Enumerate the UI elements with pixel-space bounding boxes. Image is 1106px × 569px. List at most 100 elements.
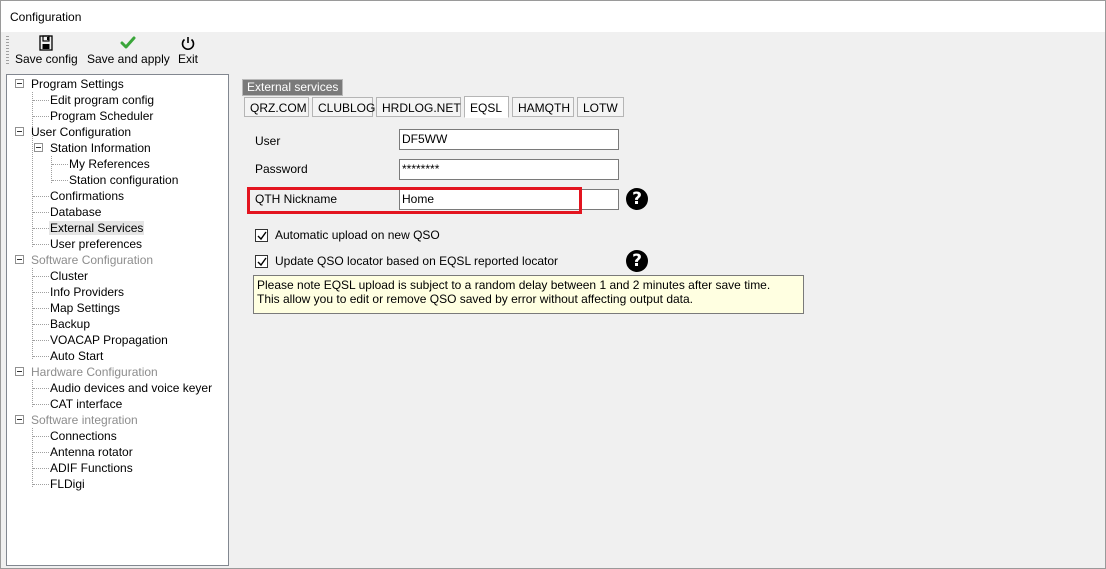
tab-qrz[interactable]: QRZ.COM	[244, 97, 309, 117]
tree-item-label: Info Providers	[50, 285, 125, 299]
tree-item-backup[interactable]: Backup	[49, 316, 91, 332]
tree-item-label: User preferences	[50, 237, 143, 251]
tree-item-label: Station Information	[50, 141, 151, 155]
tree-item-cluster[interactable]: Cluster	[49, 268, 89, 284]
tree-item-label: Auto Start	[50, 349, 104, 363]
tab-hamqth[interactable]: HAMQTH	[512, 97, 574, 117]
tree-connector	[33, 484, 49, 485]
save-and-apply-label: Save and apply	[87, 52, 170, 66]
password-input[interactable]: ********	[399, 159, 619, 180]
tree-item-label: CAT interface	[50, 397, 123, 411]
tree-connector	[52, 180, 68, 181]
tree-connector	[33, 196, 49, 197]
tree-connector	[32, 268, 33, 359]
tree-item-audio-devices[interactable]: Audio devices and voice keyer	[49, 380, 213, 396]
tree-connector	[33, 356, 49, 357]
tree-item-label: Connections	[50, 429, 117, 443]
tree-item-station-information[interactable]: Station Information	[49, 140, 152, 156]
tree-connector	[33, 276, 49, 277]
tree-item-my-references[interactable]: My References	[68, 156, 151, 172]
help-icon[interactable]: ?	[626, 250, 648, 272]
tree-item-database[interactable]: Database	[49, 204, 102, 220]
tree-item-software-integration[interactable]: Software integration	[30, 412, 139, 428]
tree-item-user-preferences[interactable]: User preferences	[49, 236, 143, 252]
tree-item-label: Program Scheduler	[50, 109, 154, 123]
tree-item-info-providers[interactable]: Info Providers	[49, 284, 125, 300]
save-config-label: Save config	[15, 52, 78, 66]
tree-item-label: Map Settings	[50, 301, 121, 315]
tree-item-label: Confirmations	[50, 189, 125, 203]
power-icon	[181, 37, 195, 51]
tree-item-antenna-rotator[interactable]: Antenna rotator	[49, 444, 134, 460]
tree-item-label: VOACAP Propagation	[50, 333, 168, 347]
collapse-toggle-icon[interactable]	[15, 255, 24, 264]
tree-item-program-scheduler[interactable]: Program Scheduler	[49, 108, 154, 124]
tab-lotw[interactable]: LOTW	[577, 97, 624, 117]
user-label: User	[255, 134, 281, 148]
tree-item-voacap-propagation[interactable]: VOACAP Propagation	[49, 332, 169, 348]
tree-item-label: Hardware Configuration	[31, 365, 158, 379]
tree-connector	[33, 324, 49, 325]
tree-connector	[33, 228, 49, 229]
tree-item-connections[interactable]: Connections	[49, 428, 118, 444]
tab-clublog[interactable]: CLUBLOG	[312, 97, 375, 117]
tree-item-label: Antenna rotator	[50, 445, 133, 459]
tree-item-label: Station configuration	[69, 173, 179, 187]
save-config-button[interactable]: Save config	[15, 34, 78, 68]
collapse-toggle-icon[interactable]	[15, 127, 24, 136]
update-locator-label: Update QSO locator based on EQSL reporte…	[275, 254, 559, 268]
tree-item-fldigi[interactable]: FLDigi	[49, 476, 86, 492]
tree-connector	[33, 436, 49, 437]
tree-item-cat-interface[interactable]: CAT interface	[49, 396, 123, 412]
settings-tree[interactable]: Program Settings Edit program config Pro…	[6, 74, 229, 566]
qth-nickname-highlight	[247, 187, 582, 214]
exit-label: Exit	[177, 52, 198, 66]
tree-item-edit-program-config[interactable]: Edit program config	[49, 92, 155, 108]
collapse-toggle-icon[interactable]	[34, 143, 43, 152]
note-line: This allow you to edit or remove QSO sav…	[257, 292, 694, 306]
tree-connector	[32, 380, 33, 407]
tree-item-external-services[interactable]: External Services	[49, 220, 145, 236]
tree-item-adif-functions[interactable]: ADIF Functions	[49, 460, 134, 476]
auto-upload-label: Automatic upload on new QSO	[275, 228, 440, 242]
tree-item-label: External Services	[49, 221, 145, 235]
tree-item-label: ADIF Functions	[50, 461, 133, 475]
exit-button[interactable]: Exit	[175, 34, 201, 68]
tree-item-confirmations[interactable]: Confirmations	[49, 188, 125, 204]
save-and-apply-button[interactable]: Save and apply	[87, 34, 170, 68]
tab-hrdlog[interactable]: HRDLOG.NET	[376, 97, 461, 117]
note-line: Please note EQSL upload is subject to a …	[257, 278, 771, 292]
collapse-toggle-icon[interactable]	[15, 79, 24, 88]
tree-connector	[33, 452, 49, 453]
tree-item-label: Database	[50, 205, 102, 219]
tree-item-software-configuration[interactable]: Software Configuration	[30, 252, 154, 268]
tree-item-user-configuration[interactable]: User Configuration	[30, 124, 132, 140]
password-label: Password	[255, 162, 308, 176]
collapse-toggle-icon[interactable]	[15, 367, 24, 376]
user-input[interactable]: DF5WW	[399, 129, 619, 150]
checkbox-box[interactable]	[255, 229, 268, 242]
tree-connector	[33, 116, 49, 117]
tab-eqsl[interactable]: EQSL	[464, 96, 509, 118]
help-icon[interactable]: ?	[626, 188, 648, 210]
tree-item-label: FLDigi	[50, 477, 85, 491]
check-mark-icon	[257, 257, 267, 267]
tree-item-program-settings[interactable]: Program Settings	[30, 76, 125, 92]
toolbar-grip[interactable]	[6, 36, 9, 66]
window-title: Configuration	[10, 10, 82, 24]
floppy-disk-icon	[39, 35, 53, 51]
tree-item-hardware-configuration[interactable]: Hardware Configuration	[30, 364, 159, 380]
tree-connector	[33, 100, 49, 101]
tree-item-label: User Configuration	[31, 125, 132, 139]
tree-connector	[33, 308, 49, 309]
collapse-toggle-icon[interactable]	[15, 415, 24, 424]
checkbox-box[interactable]	[255, 255, 268, 268]
checkmark-icon	[120, 36, 136, 49]
tree-connector	[51, 156, 52, 183]
tree-item-label: Software Configuration	[31, 253, 154, 267]
tree-item-station-configuration[interactable]: Station configuration	[68, 172, 179, 188]
tree-connector	[33, 212, 49, 213]
external-services-panel: External services QRZ.COM CLUBLOG HRDLOG…	[234, 74, 1102, 564]
tree-item-map-settings[interactable]: Map Settings	[49, 300, 121, 316]
tree-item-auto-start[interactable]: Auto Start	[49, 348, 104, 364]
